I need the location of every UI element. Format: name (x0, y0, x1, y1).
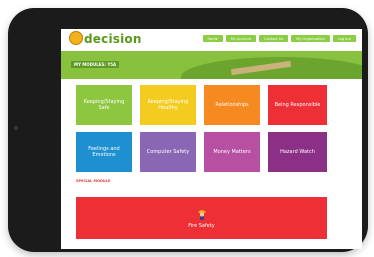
app-screen: decision Home My Account Contact Us My O… (61, 29, 362, 249)
module-label: Relationships (215, 102, 249, 108)
tablet-frame: decision Home My Account Contact Us My O… (8, 8, 368, 252)
nav-home-button[interactable]: Home (202, 35, 223, 42)
nav-my-organisation-button[interactable]: My Organisation (291, 35, 330, 42)
module-tile-relationships[interactable]: Relationships (204, 85, 260, 125)
mascot-icon (69, 31, 83, 45)
module-tile-keeping-healthy[interactable]: Keeping/Staying Healthy (140, 85, 196, 125)
module-tile-being-responsible[interactable]: Being Responsible (268, 85, 327, 125)
module-tile-computer-safety[interactable]: Computer Safety (140, 132, 196, 172)
module-label: Money Matters (213, 149, 251, 155)
modules-heading: MY MODULES: Y5A (71, 61, 120, 68)
module-label: Feelings and Emotions (88, 146, 120, 158)
module-tile-hazard-watch[interactable]: Hazard Watch (268, 132, 327, 172)
banner: MY MODULES: Y5A (61, 51, 362, 79)
module-label: Computer Safety (146, 149, 190, 155)
module-tile-fire-safety[interactable]: Fire Safety (76, 197, 327, 239)
module-tile-feelings-emotions[interactable]: Feelings and Emotions (76, 132, 132, 172)
header: decision Home My Account Contact Us My O… (61, 29, 362, 51)
special-module-heading: SPECIAL MODULE (76, 179, 111, 183)
module-label: Fire Safety (188, 222, 215, 229)
logo-text: decision (84, 32, 142, 46)
module-tile-keeping-safe[interactable]: Keeping/Staying Safe (76, 85, 132, 125)
module-label: Hazard Watch (280, 149, 315, 155)
nav-my-account-button[interactable]: My Account (225, 35, 257, 42)
nav-contact-us-button[interactable]: Contact Us (259, 35, 289, 42)
module-tile-money-matters[interactable]: Money Matters (204, 132, 260, 172)
nav-log-out-button[interactable]: Log out (332, 35, 356, 42)
module-label: Keeping/Staying Safe (83, 99, 125, 111)
logo[interactable]: decision (69, 31, 142, 46)
top-nav: Home My Account Contact Us My Organisati… (202, 35, 356, 42)
fireman-icon (197, 209, 206, 220)
camera-icon (14, 126, 18, 130)
module-label: Being Responsible (274, 102, 321, 108)
module-label: Keeping/Staying Healthy (147, 99, 189, 111)
